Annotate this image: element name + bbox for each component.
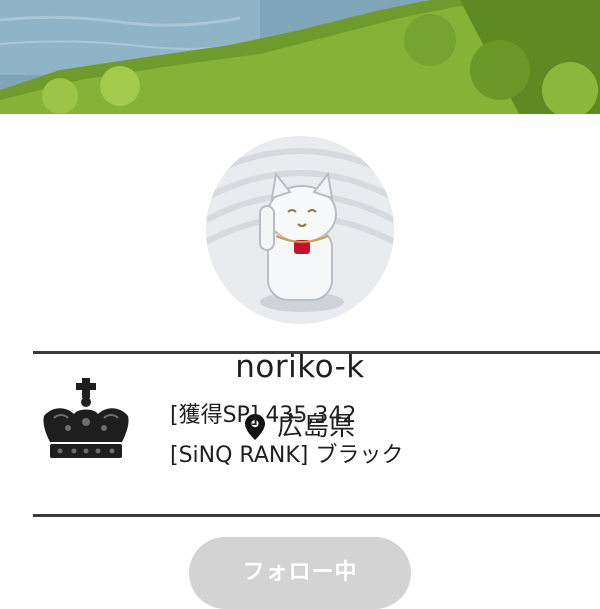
divider	[33, 514, 600, 517]
cover-photo	[0, 0, 600, 116]
sp-value: 435,342	[265, 403, 357, 428]
rank-value: ブラック	[315, 443, 404, 468]
crown-icon	[43, 378, 129, 458]
rank-label: [SiNQ RANK]	[170, 443, 309, 468]
following-button[interactable]: フォロー中	[189, 537, 411, 609]
rank-row: [SiNQ RANK] ブラック	[170, 436, 403, 476]
avatar[interactable]	[206, 136, 394, 324]
sp-label: [獲得SP]	[170, 403, 259, 428]
sp-row: [獲得SP] 435,342	[170, 396, 403, 436]
divider	[33, 351, 600, 354]
profile-card: noriko-k 広島県	[0, 114, 600, 600]
rank-info: [獲得SP] 435,342 [SiNQ RANK] ブラック	[170, 396, 403, 476]
